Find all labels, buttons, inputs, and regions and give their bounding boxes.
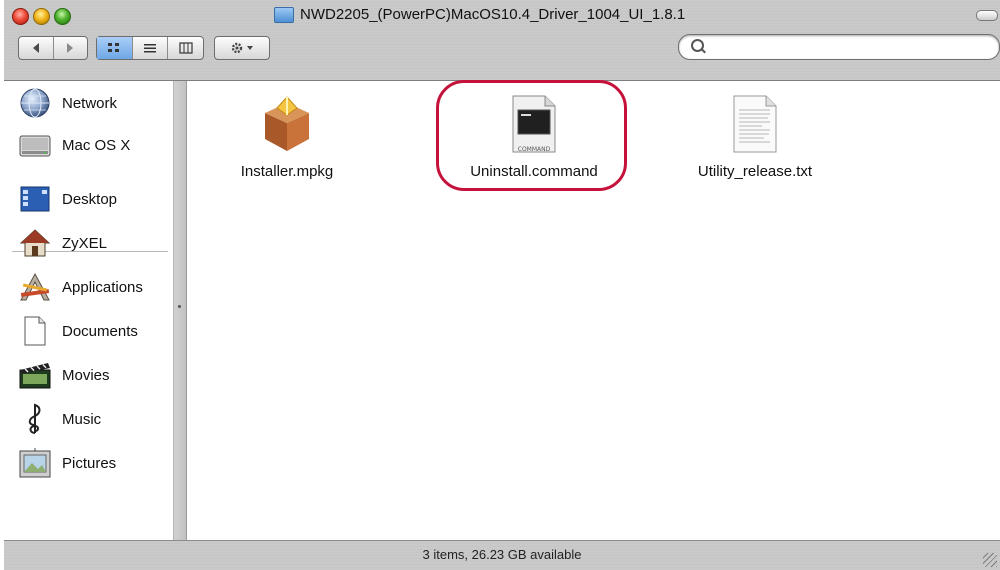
search-icon	[691, 39, 704, 52]
sidebar-item-label: Movies	[62, 366, 110, 384]
sidebar-item-label: Music	[62, 410, 102, 428]
column-view-button[interactable]	[168, 37, 203, 59]
sidebar-item-movies[interactable]: Movies	[18, 355, 168, 395]
highlight-circle	[436, 80, 627, 191]
back-button[interactable]	[19, 37, 54, 59]
folder-icon	[274, 6, 294, 23]
file-item[interactable]: Installer.mpkg	[187, 95, 387, 180]
sidebar-item-label: Desktop	[62, 190, 118, 208]
sidebar-item-zyxel[interactable]: ZyXEL	[18, 223, 168, 263]
action-menu-cell[interactable]	[215, 37, 269, 59]
sidebar-item-music[interactable]: Music	[18, 399, 168, 439]
text-document-icon	[725, 95, 785, 153]
action-menu-button[interactable]	[214, 36, 270, 60]
window-toolbar: NWD2205_(PowerPC)MacOS10.4_Driver_1004_U…	[4, 0, 1000, 81]
file-item[interactable]: Utility_release.txt	[655, 95, 855, 180]
sidebar-item-documents[interactable]: Documents	[18, 311, 168, 351]
status-bar: 3 items, 26.23 GB available	[4, 540, 1000, 570]
sidebar-item-label: Network	[62, 94, 118, 112]
splitter-handle-icon	[178, 305, 181, 308]
movies-icon	[18, 358, 52, 392]
view-mode-buttons	[96, 36, 204, 60]
sidebar-item-pictures[interactable]: Pictures	[18, 443, 168, 483]
icon-view-icon	[108, 43, 120, 52]
music-icon	[18, 402, 52, 436]
window-title-text: NWD2205_(PowerPC)MacOS10.4_Driver_1004_U…	[300, 6, 686, 23]
sidebar-item-network[interactable]: Network	[18, 83, 168, 123]
sidebar-item-mac-os-x[interactable]: Mac OS X	[18, 125, 168, 165]
close-button[interactable]	[12, 8, 29, 25]
list-view-button[interactable]	[133, 37, 169, 59]
resize-grip-icon[interactable]	[983, 553, 997, 567]
desktop-icon	[18, 182, 52, 216]
icon-view-button[interactable]	[97, 37, 133, 59]
finder-window: NWD2205_(PowerPC)MacOS10.4_Driver_1004_U…	[4, 0, 1000, 570]
sidebar: Network Mac OS X Desktop ZyXEL Applicati…	[4, 81, 174, 540]
sidebar-item-applications[interactable]: Applications	[18, 267, 168, 307]
status-text: 3 items, 26.23 GB available	[422, 547, 582, 562]
file-name: Utility_release.txt	[697, 163, 813, 180]
column-view-icon	[179, 42, 193, 54]
sidebar-item-label: Applications	[62, 278, 143, 296]
sidebar-item-label: ZyXEL	[62, 234, 108, 252]
search-field[interactable]	[678, 34, 1000, 60]
back-arrow-icon	[32, 43, 39, 53]
sidebar-item-desktop[interactable]: Desktop	[18, 179, 168, 219]
sidebar-item-label: Pictures	[62, 454, 117, 472]
network-globe-icon	[18, 86, 52, 120]
file-name: Installer.mpkg	[240, 163, 334, 180]
pictures-icon	[18, 446, 52, 480]
home-icon	[18, 226, 52, 260]
package-icon	[257, 95, 317, 153]
applications-icon	[18, 270, 52, 304]
minimize-button[interactable]	[33, 8, 50, 25]
navigation-buttons	[18, 36, 88, 60]
toolbar-toggle-button[interactable]	[976, 10, 998, 21]
window-title: NWD2205_(PowerPC)MacOS10.4_Driver_1004_U…	[274, 6, 685, 23]
gear-icon	[231, 42, 253, 54]
forward-arrow-icon	[67, 43, 74, 53]
hard-drive-icon	[18, 128, 52, 162]
forward-button[interactable]	[54, 37, 88, 59]
zoom-button[interactable]	[54, 8, 71, 25]
sidebar-item-label: Mac OS X	[62, 136, 131, 154]
list-view-icon	[144, 44, 156, 53]
sidebar-item-label: Documents	[62, 322, 138, 340]
documents-icon	[18, 314, 52, 348]
